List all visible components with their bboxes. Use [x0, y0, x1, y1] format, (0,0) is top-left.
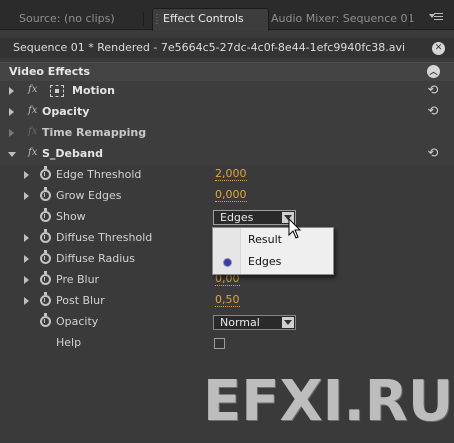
stopwatch-icon[interactable]: [40, 313, 51, 327]
effect-name-opacity: Opacity: [42, 105, 90, 118]
param-row-edge-threshold: Edge Threshold 2,000: [0, 165, 454, 186]
show-options-popup: Result Edges: [212, 227, 334, 275]
panel-menu-icon[interactable]: [428, 10, 448, 26]
grow-edges-value[interactable]: 0,000: [215, 189, 247, 202]
tab-divider: [409, 12, 410, 26]
video-effects-title: Video Effects: [9, 65, 91, 78]
expand-triangle-icon[interactable]: [9, 108, 14, 116]
menu-item-edges[interactable]: Edges: [213, 251, 333, 273]
tab-effect-controls[interactable]: Effect Controls: [152, 8, 269, 31]
stopwatch-icon[interactable]: [40, 187, 51, 201]
param-name: Pre Blur: [56, 273, 100, 286]
effect-row-time-remapping[interactable]: fx Time Remapping: [0, 123, 454, 144]
fx-toggle-icon[interactable]: fx: [28, 147, 37, 158]
fx-toggle-icon[interactable]: fx: [28, 105, 37, 116]
param-name: Diffuse Threshold: [56, 231, 153, 244]
fx-toggle-icon: fx: [28, 126, 38, 137]
motion-transform-icon[interactable]: [50, 85, 64, 97]
param-name: Grow Edges: [56, 189, 122, 202]
stopwatch-icon[interactable]: [40, 250, 51, 264]
param-name: Edge Threshold: [56, 168, 142, 181]
reset-icon[interactable]: ⟲: [425, 105, 441, 119]
effect-row-motion[interactable]: fx Motion ⟲: [0, 81, 454, 102]
tab-audio-mixer[interactable]: Audio Mixer: Sequence 01: [262, 9, 424, 30]
param-row-grow-edges: Grow Edges 0,000: [0, 186, 454, 207]
radio-bullet-icon: [224, 259, 231, 266]
param-row-post-blur: Post Blur 0,50: [0, 291, 454, 312]
expand-triangle-icon[interactable]: [24, 276, 29, 284]
chevron-down-icon[interactable]: [282, 317, 294, 328]
show-dropdown[interactable]: Edges: [213, 210, 296, 225]
param-name: Opacity: [56, 315, 99, 328]
expand-triangle-icon[interactable]: [24, 192, 29, 200]
mouse-cursor-icon: [288, 218, 302, 239]
panel-tab-bar: Source: (no clips) Effect Controls Audio…: [0, 0, 454, 31]
collapse-triangle-icon[interactable]: [8, 152, 16, 157]
help-checkbox[interactable]: [214, 338, 225, 349]
effect-row-s-deband[interactable]: fx S_Deband ⟲: [0, 144, 454, 165]
close-circle-icon[interactable]: ✕: [432, 42, 445, 55]
video-effects-header[interactable]: Video Effects ︿: [0, 62, 454, 81]
watermark-logo: EFXI.RU: [203, 369, 454, 434]
param-name: Help: [56, 336, 82, 349]
reset-icon[interactable]: ⟲: [425, 147, 441, 161]
dropdown-selected-value: Normal: [220, 316, 260, 329]
tab-source[interactable]: Source: (no clips): [10, 9, 124, 30]
expand-triangle-icon[interactable]: [9, 129, 14, 137]
expand-triangle-icon[interactable]: [24, 255, 29, 263]
tab-divider: [143, 12, 144, 26]
param-name: Post Blur: [56, 294, 105, 307]
stopwatch-icon[interactable]: [40, 271, 51, 285]
effect-name-motion: Motion: [72, 84, 115, 97]
post-blur-value[interactable]: 0,50: [215, 294, 240, 307]
stopwatch-icon[interactable]: [40, 208, 51, 222]
dropdown-selected-value: Edges: [220, 211, 254, 224]
effect-name-s-deband: S_Deband: [42, 147, 104, 160]
expand-triangle-icon[interactable]: [24, 297, 29, 305]
sequence-header: Sequence 01 * Rendered - 7e5664c5-27dc-4…: [0, 38, 454, 58]
effect-row-opacity[interactable]: fx Opacity ⟲: [0, 102, 454, 123]
expand-triangle-icon[interactable]: [24, 234, 29, 242]
param-row-show: Show Edges: [0, 207, 454, 228]
stopwatch-icon[interactable]: [40, 292, 51, 306]
menu-item-label: Result: [248, 233, 282, 246]
collapse-up-icon[interactable]: ︿: [427, 65, 440, 78]
expand-triangle-icon[interactable]: [9, 87, 14, 95]
stopwatch-icon[interactable]: [40, 229, 51, 243]
reset-icon[interactable]: ⟲: [425, 84, 441, 98]
stopwatch-icon[interactable]: [40, 166, 51, 180]
menu-item-result[interactable]: Result: [213, 229, 333, 251]
menu-item-label: Edges: [248, 255, 282, 268]
opacity-mode-dropdown[interactable]: Normal: [213, 315, 296, 330]
param-row-opacity: Opacity Normal: [0, 312, 454, 333]
sequence-label: Sequence 01 * Rendered - 7e5664c5-27dc-4…: [13, 41, 406, 54]
expand-triangle-icon[interactable]: [24, 171, 29, 179]
edge-threshold-value[interactable]: 2,000: [215, 168, 247, 181]
param-row-help: Help: [0, 333, 454, 354]
param-name: Show: [56, 210, 86, 223]
fx-toggle-icon[interactable]: fx: [28, 84, 37, 95]
param-name: Diffuse Radius: [56, 252, 135, 265]
effect-name-time-remapping: Time Remapping: [42, 126, 147, 139]
